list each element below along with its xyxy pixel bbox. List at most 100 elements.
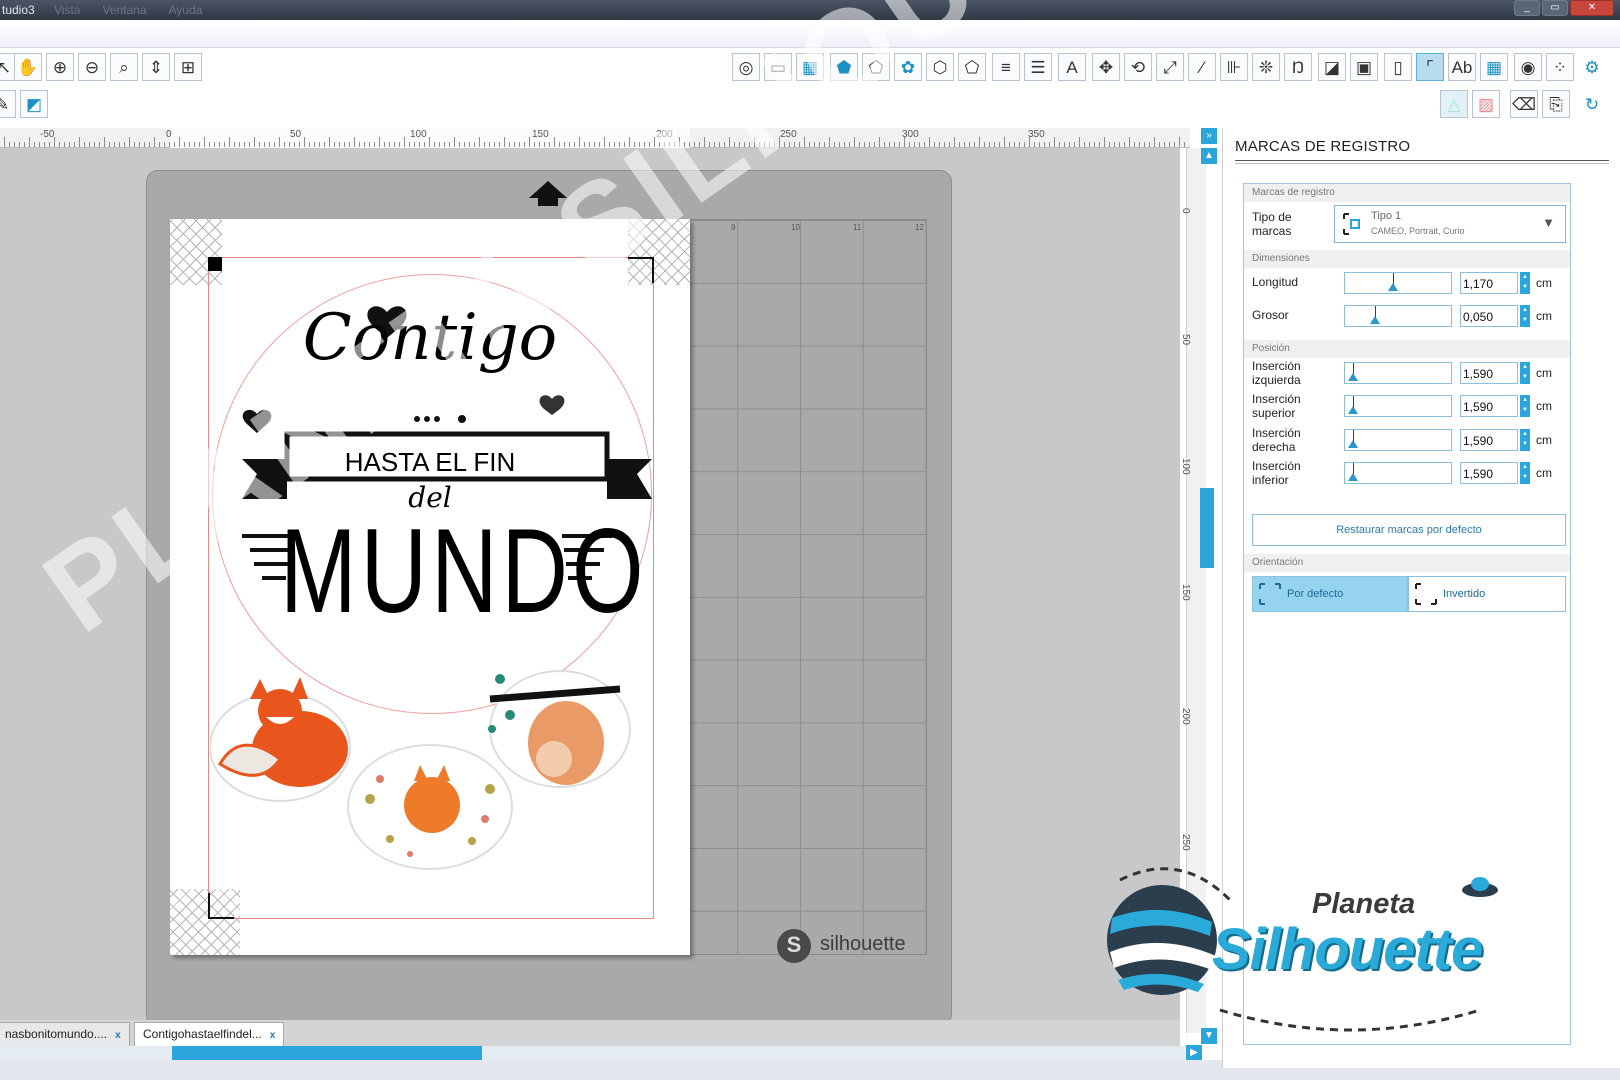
fill-pattern-icon[interactable]: ✿ [894, 53, 922, 81]
ruler-label: 0 [166, 129, 172, 140]
text-style-icon[interactable]: Ab [1448, 53, 1476, 81]
field-label: Inserción derecha [1252, 426, 1301, 454]
ruler-tick [479, 137, 480, 147]
shear-icon[interactable]: ⁄ [1188, 53, 1216, 81]
value-input[interactable]: 1,590 [1460, 429, 1518, 451]
zoom-in-icon[interactable]: ⊕ [46, 53, 74, 81]
pan-hand-icon[interactable]: ✋ [14, 53, 42, 81]
value-input[interactable]: 0,050 [1460, 305, 1518, 327]
spinner-arrows-icon[interactable]: ▲ ▼ [1520, 272, 1530, 294]
slider-handle-icon[interactable] [1370, 316, 1380, 324]
scale-icon[interactable]: ⤢ [1156, 53, 1184, 81]
fill-icon[interactable]: ◎ [732, 53, 760, 81]
zoom-out-icon[interactable]: ⊖ [78, 53, 106, 81]
value-input[interactable]: 1,590 [1460, 395, 1518, 417]
tab-close-icon[interactable]: x [115, 1030, 121, 1041]
spinner-arrows-icon[interactable]: ▲ ▼ [1520, 429, 1530, 451]
restore-defaults-button[interactable]: Restaurar marcas por defecto [1252, 514, 1566, 546]
ruler-label: 200 [1180, 708, 1191, 725]
page-setup-icon[interactable]: ▭ [764, 53, 792, 81]
line-color-icon[interactable]: ≡ [992, 53, 1020, 81]
transform-icon[interactable]: ✥ [1092, 53, 1120, 81]
ruler-label: 50 [290, 129, 302, 140]
settings-gear-icon[interactable]: ⚙ [1578, 53, 1606, 81]
design-workspace[interactable]: 9 10 11 12 12 S silhouette [0, 0, 1270, 1033]
send-icon[interactable]: ⎘ [1542, 90, 1570, 118]
value-input[interactable]: 1,590 [1460, 462, 1518, 484]
maximize-button[interactable]: ▭ [1542, 0, 1568, 16]
shadow-icon[interactable]: ⬠ [958, 53, 986, 81]
spinner-arrows-icon[interactable]: ▲ ▼ [1520, 362, 1530, 384]
spinner-arrows-icon[interactable]: ▲ ▼ [1520, 395, 1530, 417]
ruler-tick [1154, 137, 1155, 147]
collapse-panel-icon[interactable]: » [1201, 128, 1217, 144]
fit-page-icon[interactable]: ⊞ [174, 53, 202, 81]
fill-gradient-icon[interactable]: ⬠ [862, 53, 890, 81]
ruler-tick [509, 142, 510, 147]
planeta-silhouette-logo: Planeta Silhouette [1100, 860, 1530, 1060]
offset-icon[interactable]: Ŋ [1284, 53, 1312, 81]
scroll-up-icon[interactable]: ▲ [1201, 148, 1217, 164]
pattern-grid-icon[interactable]: ▦ [1480, 53, 1508, 81]
line-style-icon[interactable]: ⬡ [926, 53, 954, 81]
spiral-icon[interactable]: ◉ [1514, 53, 1542, 81]
device-icon[interactable]: ▯ [1384, 53, 1412, 81]
line-width-icon[interactable]: ☰ [1024, 53, 1052, 81]
menu-vista[interactable]: Vista [54, 3, 80, 17]
tab-document-active[interactable]: Contigohastaelfindel... x [134, 1022, 285, 1046]
tab-document[interactable]: nasbonitomundo.... x [0, 1022, 130, 1046]
value-slider[interactable] [1344, 429, 1452, 451]
value-slider[interactable] [1344, 272, 1452, 294]
eraser-icon[interactable]: ⌫ [1510, 90, 1538, 118]
slider-handle-icon[interactable] [1348, 473, 1358, 481]
slider-handle-icon[interactable] [1348, 406, 1358, 414]
ruler-selection-highlight [170, 128, 690, 148]
fill-color-icon[interactable]: ⬟ [830, 53, 858, 81]
spinner-arrows-icon[interactable]: ▲ ▼ [1520, 305, 1530, 327]
menu-ventana[interactable]: Ventana [102, 3, 146, 17]
trace-icon[interactable]: ◪ [1318, 53, 1346, 81]
mark-type-dropdown[interactable]: Tipo 1 CAMEO, Portrait, Curio ▼ [1334, 205, 1566, 243]
print-cut-icon[interactable]: ▣ [1350, 53, 1378, 81]
value-input[interactable]: 1,170 [1460, 272, 1518, 294]
pen-icon[interactable]: ✎ [0, 90, 16, 118]
horizontal-scrollbar[interactable]: ▶ [0, 1045, 1202, 1061]
value-slider[interactable] [1344, 462, 1452, 484]
tab-close-icon[interactable]: x [270, 1030, 276, 1041]
slider-handle-icon[interactable] [1348, 373, 1358, 381]
minimize-button[interactable]: _ [1514, 0, 1540, 16]
mat-number: 9 [731, 223, 736, 232]
value-slider[interactable] [1344, 362, 1452, 384]
ruler-tick [344, 142, 345, 147]
orientation-inverted-button[interactable]: Invertido [1408, 576, 1566, 612]
grid-icon[interactable]: ▦ [796, 53, 824, 81]
cut-pattern-icon[interactable]: ▨ [1472, 90, 1500, 118]
zoom-select-icon[interactable]: ⌕ [110, 53, 138, 81]
horizontal-scrollbar-thumb[interactable] [172, 1046, 482, 1060]
ruler-tick [869, 142, 870, 147]
drag-zoom-icon[interactable]: ⇕ [142, 53, 170, 81]
slider-handle-icon[interactable] [1388, 283, 1398, 291]
orientation-default-icon [1259, 583, 1281, 605]
ruler-tick [469, 142, 470, 147]
slider-handle-icon[interactable] [1348, 440, 1358, 448]
dots-icon[interactable]: ⁘ [1546, 53, 1574, 81]
text-tool-icon[interactable]: A [1058, 53, 1086, 81]
menu-ayuda[interactable]: Ayuda [169, 3, 203, 17]
value-slider[interactable] [1344, 395, 1452, 417]
align-icon[interactable]: ⊪ [1220, 53, 1248, 81]
value-slider[interactable] [1344, 305, 1452, 327]
close-button[interactable]: ✕ [1570, 0, 1614, 16]
replicate-icon[interactable]: ❊ [1252, 53, 1280, 81]
value-input[interactable]: 1,590 [1460, 362, 1518, 384]
cut-triangle-icon[interactable]: △ [1440, 90, 1468, 118]
registration-marks-icon[interactable]: ⌜ [1416, 53, 1444, 81]
printable-page[interactable]: Contigo HASTA EL FIN del MUNDO [170, 219, 690, 955]
spinner-arrows-icon[interactable]: ▲ ▼ [1520, 462, 1530, 484]
layers-icon[interactable]: ◩ [20, 90, 48, 118]
refresh-icon[interactable]: ↻ [1578, 90, 1606, 118]
vertical-scrollbar-thumb[interactable] [1200, 488, 1214, 568]
ruler-tick [539, 142, 540, 147]
orientation-default-button[interactable]: Por defecto [1252, 576, 1408, 612]
rotate-icon[interactable]: ⟲ [1124, 53, 1152, 81]
